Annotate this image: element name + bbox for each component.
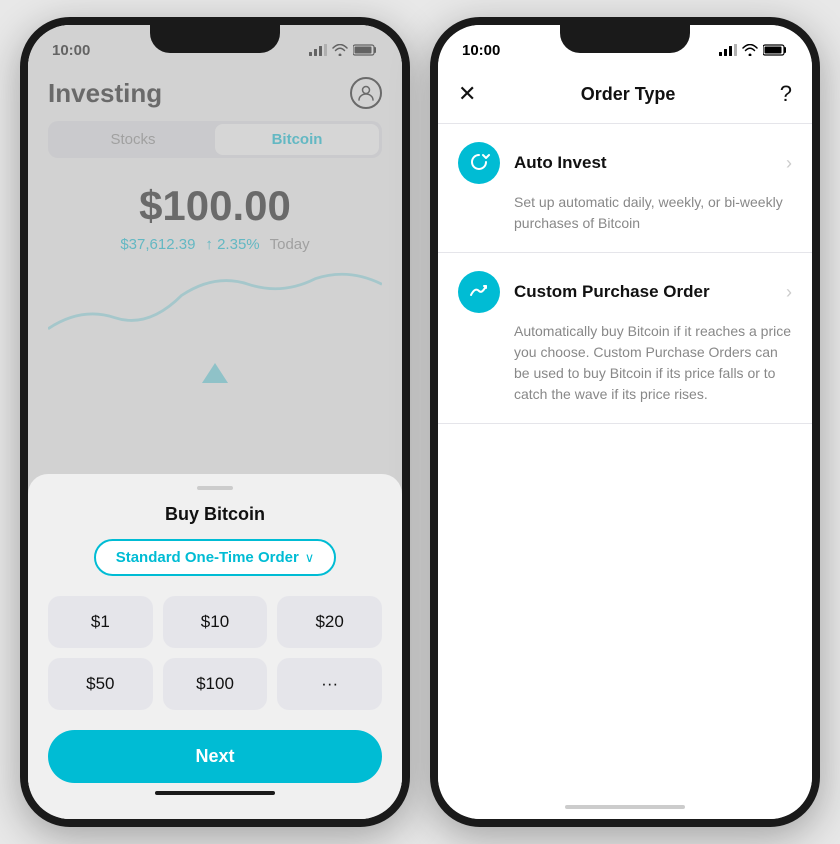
help-button[interactable]: ?	[780, 81, 792, 107]
order-type-label: Standard One-Time Order	[116, 549, 299, 566]
sheet-title: Buy Bitcoin	[48, 504, 382, 525]
amount-100[interactable]: $100	[163, 658, 268, 710]
chevron-down-icon: ∨	[305, 550, 315, 566]
custom-purchase-left: Custom Purchase Order	[458, 271, 710, 313]
status-icons-right	[719, 44, 788, 56]
custom-purchase-icon	[458, 271, 500, 313]
close-button[interactable]: ✕	[458, 83, 476, 105]
signal-icon-right	[719, 44, 737, 56]
auto-invest-chevron: ›	[786, 153, 792, 174]
modal-title: Order Type	[581, 84, 676, 105]
auto-invest-desc: Set up automatic daily, weekly, or bi-we…	[514, 192, 792, 234]
auto-invest-left: Auto Invest	[458, 142, 607, 184]
amount-20[interactable]: $20	[277, 596, 382, 648]
modal-header: ✕ Order Type ?	[438, 69, 812, 124]
amount-more[interactable]: ···	[277, 658, 382, 710]
auto-invest-name: Auto Invest	[514, 153, 607, 173]
wifi-icon-right	[742, 44, 758, 56]
amount-50[interactable]: $50	[48, 658, 153, 710]
custom-purchase-option[interactable]: Custom Purchase Order › Automatically bu…	[438, 253, 812, 424]
amount-10[interactable]: $10	[163, 596, 268, 648]
left-phone: 10:00	[20, 17, 410, 827]
battery-icon-right	[763, 44, 788, 56]
amount-grid: $1 $10 $20 $50 $100 ···	[48, 596, 382, 710]
custom-purchase-chevron: ›	[786, 282, 792, 303]
status-bar-right: 10:00	[438, 25, 812, 69]
bottom-sheet: Buy Bitcoin Standard One-Time Order ∨ $1…	[28, 474, 402, 819]
next-button[interactable]: Next	[48, 730, 382, 783]
amount-1[interactable]: $1	[48, 596, 153, 648]
custom-purchase-row: Custom Purchase Order ›	[458, 271, 792, 313]
custom-purchase-name: Custom Purchase Order	[514, 282, 710, 302]
custom-purchase-desc: Automatically buy Bitcoin if it reaches …	[514, 321, 792, 405]
auto-invest-row: Auto Invest ›	[458, 142, 792, 184]
home-indicator-left	[155, 791, 275, 795]
right-phone: 10:00	[430, 17, 820, 827]
auto-invest-option[interactable]: Auto Invest › Set up automatic daily, we…	[438, 124, 812, 253]
time-right: 10:00	[462, 42, 500, 59]
auto-invest-icon	[458, 142, 500, 184]
home-indicator-right	[565, 805, 685, 809]
order-type-button[interactable]: Standard One-Time Order ∨	[94, 539, 337, 576]
sheet-handle	[197, 486, 233, 490]
